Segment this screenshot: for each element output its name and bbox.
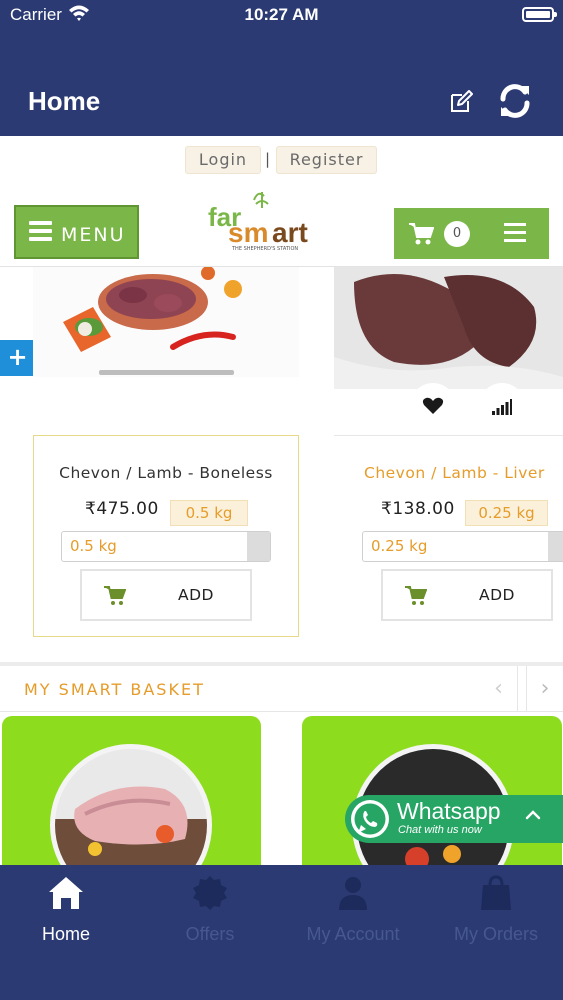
add-to-cart-button[interactable]: ADD <box>80 569 252 621</box>
cart-icon <box>104 586 126 605</box>
status-bar: Carrier 10:27 AM <box>0 0 563 30</box>
battery-icon <box>522 7 557 22</box>
wishlist-button[interactable] <box>410 383 456 429</box>
cart-count-badge: 0 <box>444 221 470 247</box>
login-button[interactable]: Login <box>185 146 261 174</box>
cart-icon[interactable] <box>408 222 434 246</box>
tab-home[interactable]: Home <box>0 865 136 955</box>
account-icon <box>339 877 367 910</box>
add-label: ADD <box>479 586 515 604</box>
edit-icon[interactable] <box>449 90 473 114</box>
product-image-boneless[interactable] <box>33 267 299 377</box>
product-image-liver[interactable] <box>334 267 563 389</box>
cart-bar: 0 <box>394 208 549 259</box>
hamburger-icon <box>29 221 52 241</box>
list-menu-icon[interactable] <box>504 223 526 243</box>
add-to-cart-button[interactable]: ADD <box>381 569 553 621</box>
product-name[interactable]: Chevon / Lamb - Liver <box>364 464 563 482</box>
auth-separator: | <box>265 150 271 168</box>
basket-card[interactable] <box>302 716 562 866</box>
product-card-liver[interactable]: Chevon / Lamb - Liver ₹138.00 0.25 kg 0.… <box>334 267 563 637</box>
whatsapp-icon <box>351 800 389 838</box>
compare-button[interactable] <box>479 383 525 429</box>
product-price: ₹138.00 <box>381 499 455 519</box>
basket-card[interactable] <box>2 716 261 866</box>
tab-label: Home <box>41 924 90 944</box>
menu-button[interactable]: MENU <box>14 205 139 259</box>
svg-text:THE SHEPHERD'S STATION: THE SHEPHERD'S STATION <box>231 246 298 252</box>
nav-bar: Carrier 10:27 AM Home <box>0 0 563 136</box>
product-card-boneless[interactable]: Chevon / Lamb - Boneless ₹475.00 0.5 kg … <box>33 267 300 637</box>
basket-header: MY SMART BASKET ‹ › <box>0 666 563 712</box>
quantity-select[interactable]: 0.5 kg <box>61 531 271 562</box>
carousel-next-button[interactable]: › <box>526 666 563 712</box>
menu-label: MENU <box>61 224 126 246</box>
whatsapp-title: Whatsapp <box>397 798 501 824</box>
offers-icon <box>193 876 227 910</box>
clock: 10:27 AM <box>244 5 319 24</box>
svg-text:art: art <box>272 217 308 248</box>
carousel-prev-button[interactable]: ‹ <box>480 666 518 712</box>
register-button[interactable]: Register <box>276 146 377 174</box>
tab-bar: Home Offers My Account My Orders <box>0 865 563 1000</box>
product-price: ₹475.00 <box>85 499 159 519</box>
svg-text:sm: sm <box>228 217 268 248</box>
tab-label: Offers <box>185 924 235 944</box>
tab-label: My Orders <box>453 924 538 944</box>
farmsmart-logo[interactable]: far sm art THE SHEPHERD'S STATION <box>206 186 330 252</box>
auth-links: Login | Register <box>0 146 563 174</box>
orders-icon <box>481 875 511 910</box>
basket-image[interactable] <box>50 744 212 866</box>
quantity-select[interactable]: 0.25 kg <box>362 531 563 562</box>
refresh-icon[interactable] <box>496 82 534 120</box>
expand-plus-icon[interactable]: + <box>0 340 35 376</box>
signal-bars-icon <box>492 399 512 415</box>
add-label: ADD <box>178 586 214 604</box>
tab-my-account[interactable]: My Account <box>283 865 423 955</box>
basket-title: MY SMART BASKET <box>24 680 205 699</box>
tab-my-orders[interactable]: My Orders <box>426 865 563 955</box>
home-icon <box>49 877 83 909</box>
product-name[interactable]: Chevon / Lamb - Boneless <box>33 464 299 482</box>
heart-icon <box>422 397 444 414</box>
product-actions-row <box>334 383 563 436</box>
whatsapp-subtitle: Chat with us now <box>398 824 482 836</box>
tab-label: My Account <box>306 924 400 944</box>
unit-badge: 0.5 kg <box>170 500 248 526</box>
tab-offers[interactable]: Offers <box>140 865 280 955</box>
unit-badge: 0.25 kg <box>465 500 548 526</box>
page-title: Home <box>28 86 101 116</box>
cart-icon <box>405 586 427 605</box>
chevron-up-icon <box>525 810 541 820</box>
whatsapp-chat-button[interactable]: Whatsapp Chat with us now <box>345 795 563 843</box>
